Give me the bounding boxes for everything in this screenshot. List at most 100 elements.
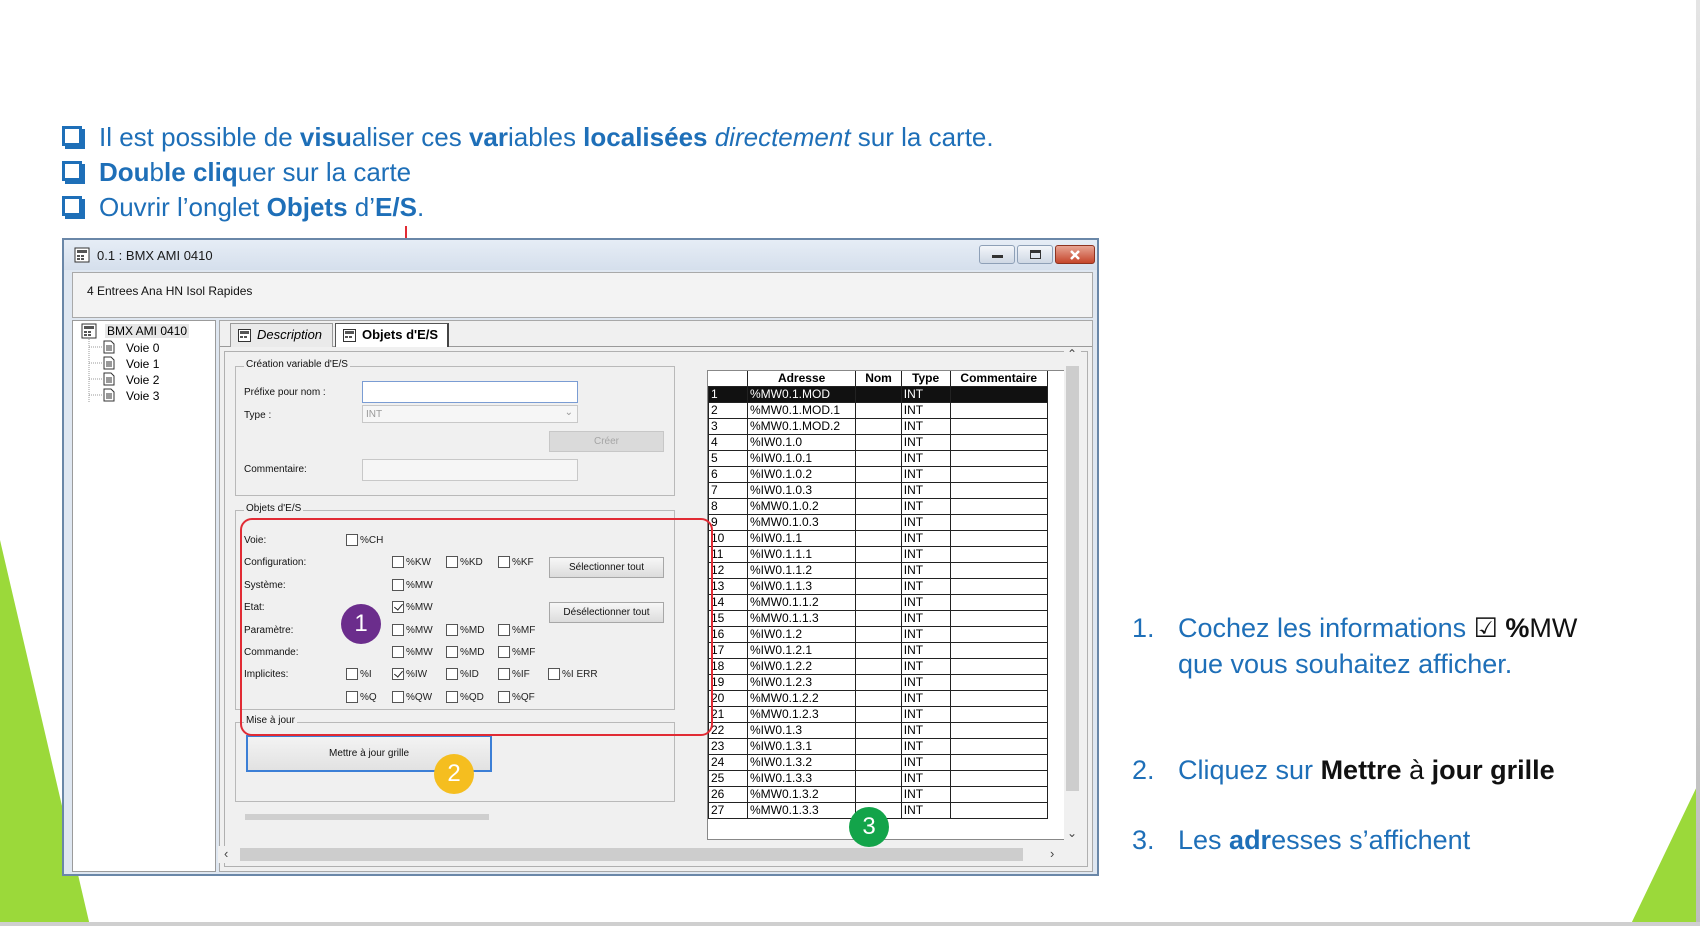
row-number[interactable]: 18 — [708, 658, 748, 675]
row-number[interactable]: 14 — [708, 594, 748, 611]
cell-type[interactable]: INT — [901, 546, 951, 563]
cell-commentaire[interactable] — [950, 530, 1048, 547]
cell-commentaire[interactable] — [950, 754, 1048, 771]
deselect-all-button[interactable]: Désélectionner tout — [549, 602, 664, 623]
cell-commentaire[interactable] — [950, 562, 1048, 579]
checkbox-q[interactable]: %Q — [346, 691, 377, 703]
cell-type[interactable]: INT — [901, 450, 951, 467]
checkbox-commande-mw[interactable]: %MW — [392, 646, 433, 658]
checkbox-qw[interactable]: %QW — [392, 691, 432, 703]
cell-type[interactable]: INT — [901, 674, 951, 691]
checkbox-if[interactable]: %IF — [498, 668, 530, 680]
cell-type[interactable]: INT — [901, 754, 951, 771]
row-number[interactable]: 12 — [708, 562, 748, 579]
cell-adresse[interactable]: %IW0.1.1.1 — [747, 546, 857, 563]
cell-type[interactable]: INT — [901, 706, 951, 723]
table-row[interactable]: 17 %IW0.1.2.1 INT — [708, 642, 1048, 659]
cell-type[interactable]: INT — [901, 802, 951, 819]
checkbox-i[interactable]: %I — [346, 668, 372, 680]
cell-commentaire[interactable] — [950, 610, 1048, 627]
checkbox-kw[interactable]: %KW — [392, 556, 431, 568]
cell-type[interactable]: INT — [901, 642, 951, 659]
table-row[interactable]: 7 %IW0.1.0.3 INT — [708, 482, 1048, 499]
cell-nom[interactable] — [855, 546, 902, 563]
cell-type[interactable]: INT — [901, 610, 951, 627]
cell-adresse[interactable]: %IW0.1.2.3 — [747, 674, 857, 691]
cell-commentaire[interactable] — [950, 466, 1048, 483]
checkbox-id[interactable]: %ID — [446, 668, 479, 680]
cell-type[interactable]: INT — [901, 738, 951, 755]
cell-adresse[interactable]: %MW0.1.2.3 — [747, 706, 857, 723]
checkbox-iw[interactable]: %IW — [392, 668, 427, 680]
cell-commentaire[interactable] — [950, 594, 1048, 611]
cell-nom[interactable] — [855, 738, 902, 755]
row-number[interactable]: 1 — [708, 386, 748, 403]
cell-adresse[interactable]: %IW0.1.3.2 — [747, 754, 857, 771]
cell-nom[interactable] — [855, 786, 902, 803]
cell-nom[interactable] — [855, 626, 902, 643]
cell-commentaire[interactable] — [950, 514, 1048, 531]
cell-type[interactable]: INT — [901, 626, 951, 643]
row-number[interactable]: 24 — [708, 754, 748, 771]
row-number[interactable]: 26 — [708, 786, 748, 803]
select-all-button[interactable]: Sélectionner tout — [549, 557, 664, 578]
cell-commentaire[interactable] — [950, 434, 1048, 451]
row-number[interactable]: 15 — [708, 610, 748, 627]
table-row[interactable]: 2 %MW0.1.MOD.1 INT — [708, 402, 1048, 419]
minimize-button[interactable] — [979, 245, 1015, 264]
cell-adresse[interactable]: %MW0.1.MOD.1 — [747, 402, 857, 419]
cell-commentaire[interactable] — [950, 626, 1048, 643]
cell-commentaire[interactable] — [950, 690, 1048, 707]
cell-adresse[interactable]: %MW0.1.0.2 — [747, 498, 857, 515]
cell-commentaire[interactable] — [950, 482, 1048, 499]
cell-commentaire[interactable] — [950, 674, 1048, 691]
cell-type[interactable]: INT — [901, 562, 951, 579]
row-number[interactable]: 27 — [708, 802, 748, 819]
cell-adresse[interactable]: %IW0.1.0.2 — [747, 466, 857, 483]
row-number[interactable]: 6 — [708, 466, 748, 483]
checkbox-etat-mw[interactable]: %MW — [392, 601, 433, 613]
cell-adresse[interactable]: %IW0.1.2.1 — [747, 642, 857, 659]
cell-adresse[interactable]: %MW0.1.1.3 — [747, 610, 857, 627]
cell-adresse[interactable]: %MW0.1.1.2 — [747, 594, 857, 611]
checkbox-qd[interactable]: %QD — [446, 691, 484, 703]
table-row[interactable]: 12 %IW0.1.1.2 INT — [708, 562, 1048, 579]
tree-item-module[interactable]: BMX AMI 0410 — [105, 324, 190, 338]
row-number[interactable]: 10 — [708, 530, 748, 547]
row-number[interactable]: 16 — [708, 626, 748, 643]
cell-nom[interactable] — [855, 642, 902, 659]
cell-nom[interactable] — [855, 594, 902, 611]
cell-commentaire[interactable] — [950, 386, 1048, 403]
cell-type[interactable]: INT — [901, 690, 951, 707]
cell-nom[interactable] — [855, 386, 902, 403]
cell-nom[interactable] — [855, 434, 902, 451]
table-row[interactable]: 8 %MW0.1.0.2 INT — [708, 498, 1048, 515]
table-row[interactable]: 23 %IW0.1.3.1 INT — [708, 738, 1048, 755]
checkbox-kd[interactable]: %KD — [446, 556, 483, 568]
cell-nom[interactable] — [855, 562, 902, 579]
table-row[interactable]: 6 %IW0.1.0.2 INT — [708, 466, 1048, 483]
comment-input[interactable] — [362, 459, 578, 481]
window-titlebar[interactable]: 0.1 : BMX AMI 0410 — [64, 240, 1097, 270]
table-row[interactable]: 10 %IW0.1.1 INT — [708, 530, 1048, 547]
cell-nom[interactable] — [855, 450, 902, 467]
row-number[interactable]: 13 — [708, 578, 748, 595]
table-row[interactable]: 1 %MW0.1.MOD INT — [708, 386, 1048, 403]
cell-adresse[interactable]: %MW0.1.3.2 — [747, 786, 857, 803]
cell-type[interactable]: INT — [901, 658, 951, 675]
tab-objets-es[interactable]: Objets d'E/S — [335, 323, 449, 347]
checkbox-commande-mf[interactable]: %MF — [498, 646, 535, 658]
table-row[interactable]: 15 %MW0.1.1.3 INT — [708, 610, 1048, 627]
table-row[interactable]: 20 %MW0.1.2.2 INT — [708, 690, 1048, 707]
scroll-right-icon[interactable]: › — [1050, 846, 1054, 861]
scroll-up-icon[interactable]: ⌃ — [1067, 347, 1077, 361]
table-row[interactable]: 25 %IW0.1.3.3 INT — [708, 770, 1048, 787]
cell-nom[interactable] — [855, 498, 902, 515]
cell-commentaire[interactable] — [950, 498, 1048, 515]
cell-nom[interactable] — [855, 466, 902, 483]
header-adresse[interactable]: Adresse — [746, 371, 857, 387]
table-row[interactable]: 14 %MW0.1.1.2 INT — [708, 594, 1048, 611]
table-row[interactable]: 22 %IW0.1.3 INT — [708, 722, 1048, 739]
table-row[interactable]: 18 %IW0.1.2.2 INT — [708, 658, 1048, 675]
type-select[interactable]: INT ⌄ — [362, 405, 578, 423]
